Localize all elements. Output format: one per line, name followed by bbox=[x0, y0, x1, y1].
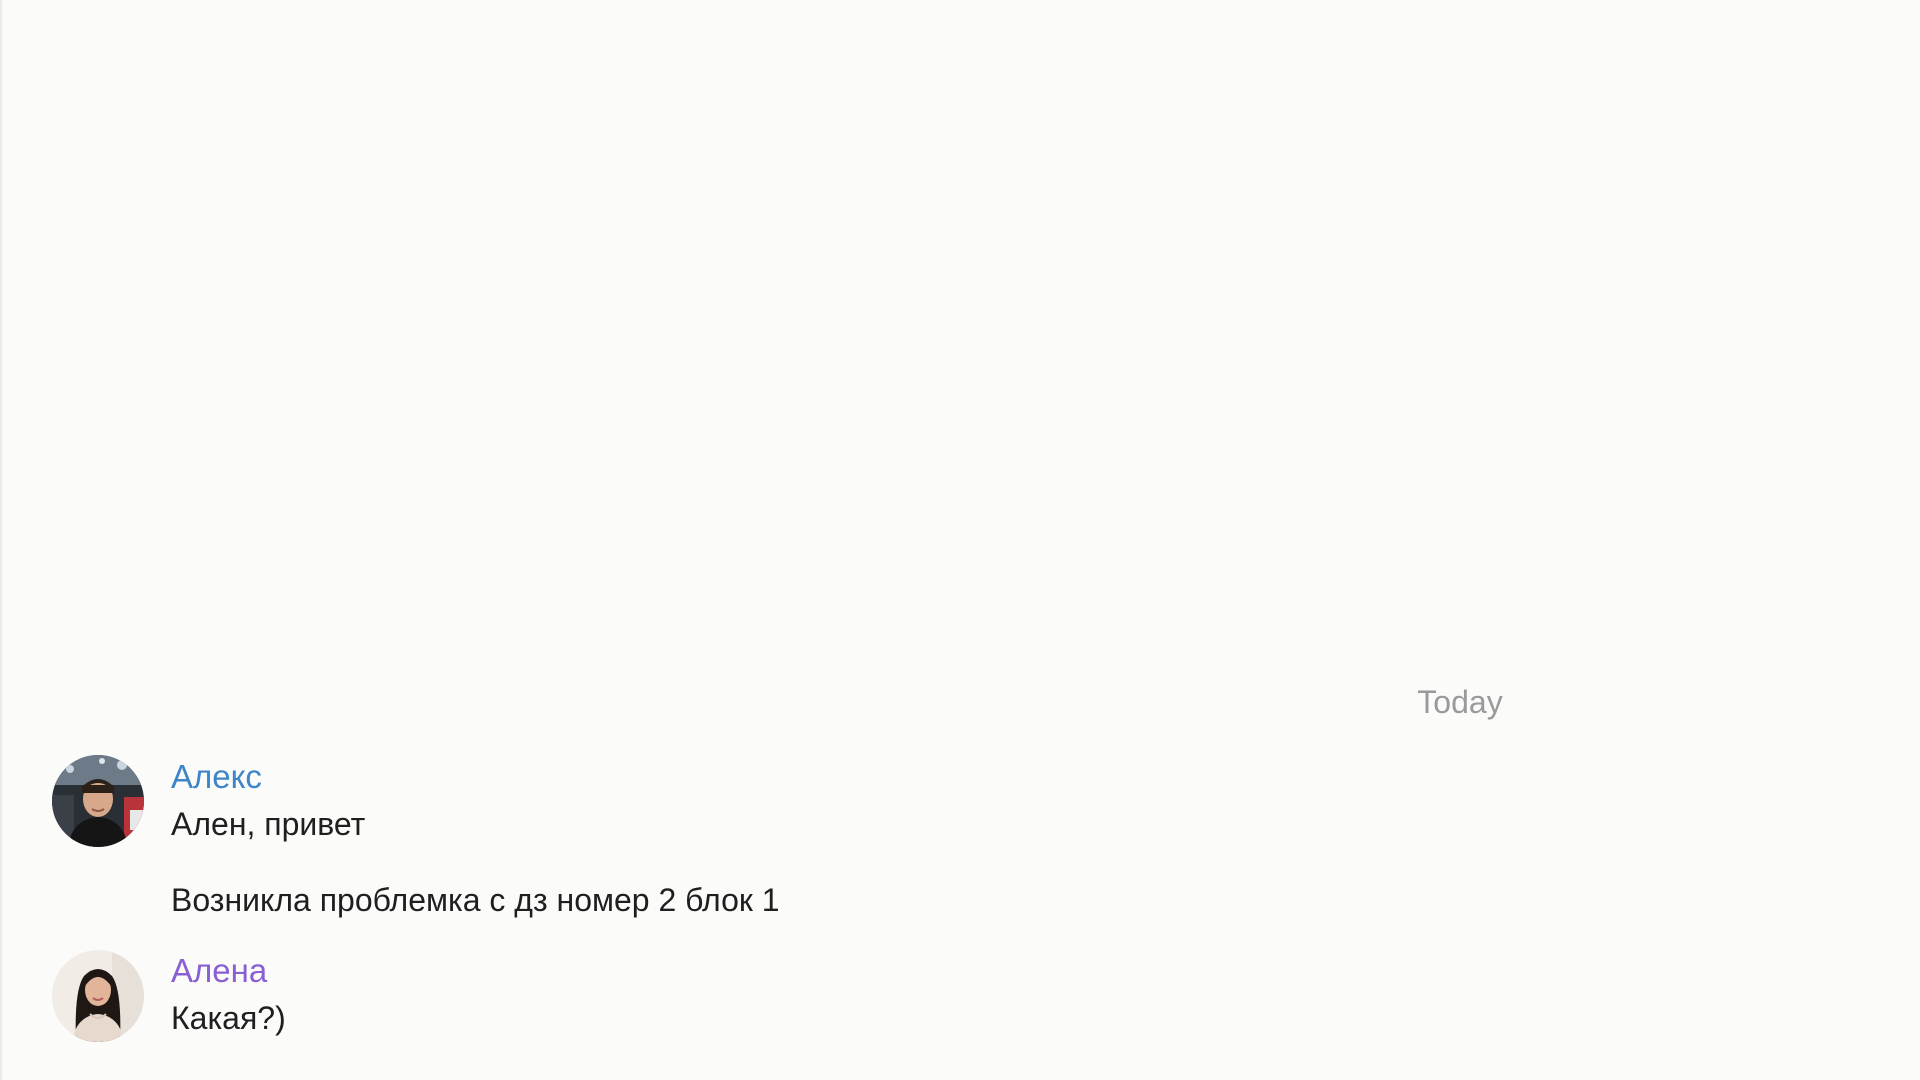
avatar-photo-icon bbox=[52, 950, 144, 1042]
avatar-alex[interactable] bbox=[52, 755, 144, 847]
message-text: Ален, привет bbox=[171, 806, 366, 842]
sender-name-alena[interactable]: Алена bbox=[171, 951, 267, 991]
chat-message-area[interactable]: Today Алекс Ален, привет Возникла пробле… bbox=[0, 0, 1920, 1080]
avatar-photo-icon bbox=[52, 755, 144, 847]
date-separator: Today bbox=[1417, 684, 1503, 720]
sender-name-alex[interactable]: Алекс bbox=[171, 757, 262, 797]
message-text: Возникла проблемка с дз номер 2 блок 1 bbox=[171, 882, 780, 918]
avatar-alena[interactable] bbox=[52, 950, 144, 1042]
message-text: Какая?) bbox=[171, 1000, 286, 1036]
